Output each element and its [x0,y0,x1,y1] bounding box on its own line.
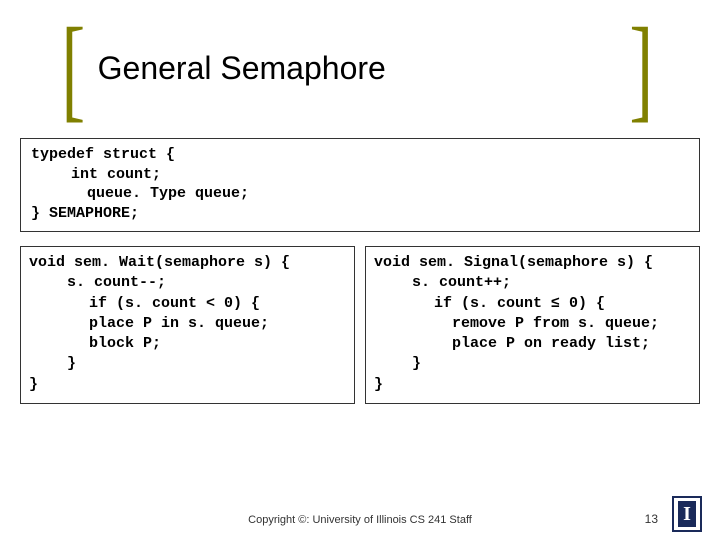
code-line: place P in s. queue; [29,314,346,334]
code-row: void sem. Wait(semaphore s) { s. count--… [20,246,700,404]
code-line: s. count--; [29,273,346,293]
typedef-code-box: typedef struct { int count; queue. Type … [20,138,700,232]
wait-code-box: void sem. Wait(semaphore s) { s. count--… [20,246,355,404]
logo-inner: I [678,501,696,527]
code-line: } SEMAPHORE; [31,204,689,224]
bracket-left-icon: [ [61,37,85,100]
code-line: } [374,354,691,374]
code-line: remove P from s. queue; [374,314,691,334]
logo-letter: I [683,504,691,524]
code-line: void sem. Wait(semaphore s) { [29,254,290,271]
code-line: s. count++; [374,273,691,293]
code-line: if (s. count < 0) { [29,294,346,314]
page-number: 13 [645,512,658,526]
code-line: void sem. Signal(semaphore s) { [374,254,653,271]
illinois-logo-icon: I [672,496,702,532]
title-bar: [ General Semaphore ] [55,38,660,98]
code-line: } [29,376,38,393]
code-line: int count; [31,165,689,185]
code-line: if (s. count ≤ 0) { [374,294,691,314]
code-line: place P on ready list; [374,334,691,354]
code-line: block P; [29,334,346,354]
bracket-right-icon: ] [630,37,654,100]
code-line: } [29,354,346,374]
footer-copyright: Copyright ©: University of Illinois CS 2… [0,514,720,526]
code-line: queue. Type queue; [31,184,689,204]
signal-code-box: void sem. Signal(semaphore s) { s. count… [365,246,700,404]
code-line: typedef struct { [31,145,689,165]
code-line: } [374,376,383,393]
slide-title: General Semaphore [98,50,386,87]
